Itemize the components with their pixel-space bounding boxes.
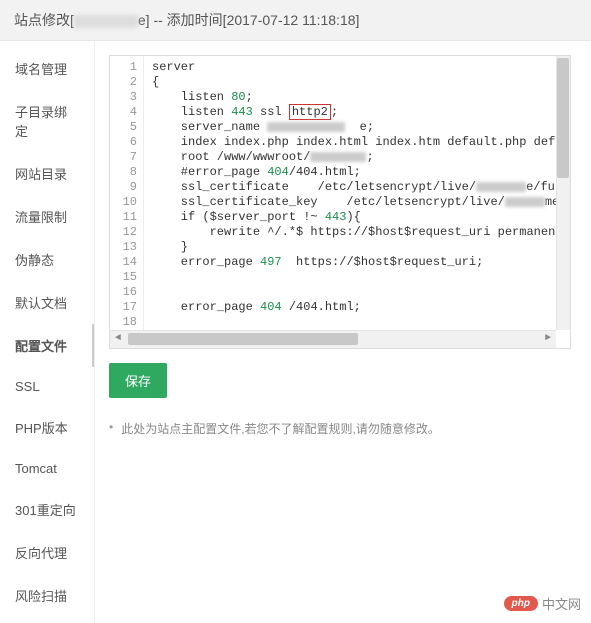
sidebar-item-tomcat[interactable]: Tomcat <box>0 449 94 488</box>
sidebar-item-ssl[interactable]: SSL <box>0 367 94 406</box>
config-content: 123456789101112131415161718 server{ list… <box>95 41 591 623</box>
sidebar-item-reverse-proxy[interactable]: 反向代理 <box>0 531 94 574</box>
sidebar-item-site-dir[interactable]: 网站目录 <box>0 152 94 195</box>
sidebar-item-301-redirect[interactable]: 301重定向 <box>0 488 94 531</box>
watermark-text: 中文网 <box>542 594 581 613</box>
watermark-logo: php 中文网 <box>504 594 581 613</box>
config-editor[interactable]: 123456789101112131415161718 server{ list… <box>109 55 571 349</box>
blurred-domain <box>74 15 138 28</box>
scroll-thumb-v[interactable] <box>557 58 569 178</box>
scroll-left-icon[interactable]: ◄ <box>110 332 126 348</box>
editor-code[interactable]: server{ listen 80; listen 443 ssl http2;… <box>144 56 570 330</box>
config-tip: • 此处为站点主配置文件,若您不了解配置规则,请勿随意修改。 <box>109 420 591 437</box>
bullet-icon: • <box>109 420 113 434</box>
settings-sidebar: 域名管理 子目录绑定 网站目录 流量限制 伪静态 默认文档 配置文件 SSL P… <box>0 41 95 623</box>
editor-gutter: 123456789101112131415161718 <box>110 56 144 330</box>
tip-text: 此处为站点主配置文件,若您不了解配置规则,请勿随意修改。 <box>121 420 440 437</box>
title-time: 2017-07-12 11:18:18 <box>227 12 356 28</box>
scroll-right-icon[interactable]: ► <box>540 332 556 348</box>
sidebar-item-config-file[interactable]: 配置文件 <box>0 324 94 367</box>
sidebar-item-default-doc[interactable]: 默认文档 <box>0 281 94 324</box>
sidebar-item-php-version[interactable]: PHP版本 <box>0 406 94 449</box>
sidebar-item-subdir[interactable]: 子目录绑定 <box>0 90 94 152</box>
title-suffix: ] <box>356 12 360 28</box>
modal-title-bar: 站点修改[ e] -- 添加时间[2017-07-12 11:18:18] <box>0 0 591 41</box>
php-pill-icon: php <box>504 596 538 611</box>
modal-body: 域名管理 子目录绑定 网站目录 流量限制 伪静态 默认文档 配置文件 SSL P… <box>0 41 591 623</box>
title-prefix: 站点修改[ <box>14 12 74 28</box>
scroll-thumb-h[interactable] <box>128 333 358 345</box>
title-middle: e] -- 添加时间[ <box>138 12 227 28</box>
editor-horizontal-scrollbar[interactable]: ◄ ► <box>110 330 556 348</box>
sidebar-item-domain[interactable]: 域名管理 <box>0 47 94 90</box>
site-edit-modal: 站点修改[ e] -- 添加时间[2017-07-12 11:18:18] 域名管… <box>0 0 591 623</box>
sidebar-item-risk-scan[interactable]: 风险扫描 <box>0 574 94 617</box>
sidebar-item-rewrite[interactable]: 伪静态 <box>0 238 94 281</box>
sidebar-item-traffic[interactable]: 流量限制 <box>0 195 94 238</box>
save-button[interactable]: 保存 <box>109 363 167 398</box>
editor-vertical-scrollbar[interactable] <box>556 56 570 330</box>
